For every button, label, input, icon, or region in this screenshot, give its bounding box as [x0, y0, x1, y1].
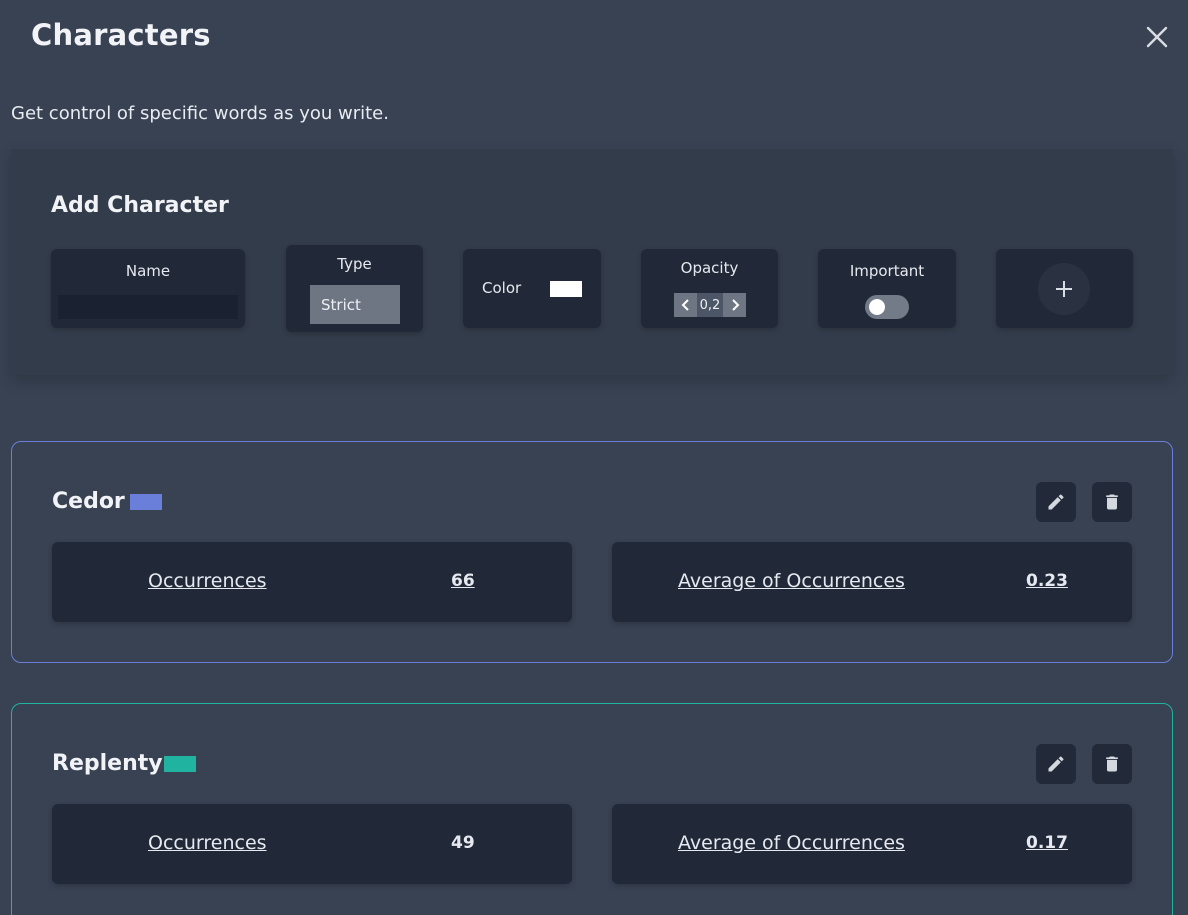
- occurrences-stat-card: Occurrences 49: [52, 804, 572, 884]
- opacity-field-card: Opacity 0,2: [641, 249, 778, 328]
- chevron-right-icon: [731, 299, 739, 311]
- delete-button[interactable]: [1092, 482, 1132, 522]
- character-color-swatch: [130, 494, 162, 510]
- opacity-value: 0,2: [699, 297, 721, 313]
- character-name: Replenty: [52, 751, 163, 776]
- add-button-card: [996, 249, 1133, 328]
- trash-icon: [1106, 756, 1118, 772]
- type-label: Type: [337, 255, 372, 273]
- pencil-icon: [1048, 494, 1064, 510]
- character-color-swatch: [164, 756, 196, 772]
- average-stat-card: Average of Occurrences 0.23: [612, 542, 1132, 622]
- type-field-card: Type Strict: [286, 245, 423, 332]
- color-field-card: Color: [463, 249, 601, 328]
- delete-button[interactable]: [1092, 744, 1132, 784]
- average-label[interactable]: Average of Occurrences: [678, 832, 905, 854]
- opacity-increase-button[interactable]: [723, 293, 746, 317]
- page-subtitle: Get control of specific words as you wri…: [11, 103, 389, 124]
- average-value: 0.23: [1026, 571, 1068, 591]
- average-label[interactable]: Average of Occurrences: [678, 570, 905, 592]
- opacity-stepper: 0,2: [674, 293, 746, 317]
- character-card: Cedor Occurrences 66 Average of Occurren…: [11, 441, 1173, 663]
- opacity-decrease-button[interactable]: [674, 293, 697, 317]
- edit-button[interactable]: [1036, 482, 1076, 522]
- important-field-card: Important: [818, 249, 956, 328]
- character-name: Cedor: [52, 489, 125, 514]
- plus-icon: [1056, 281, 1072, 297]
- occurrences-stat-card: Occurrences 66: [52, 542, 572, 622]
- page-title: Characters: [31, 18, 211, 52]
- type-select[interactable]: Strict: [310, 285, 400, 324]
- color-picker-swatch[interactable]: [550, 281, 582, 297]
- occurrences-label[interactable]: Occurrences: [148, 570, 267, 592]
- add-character-title: Add Character: [51, 193, 229, 218]
- characters-dialog: Characters Get control of specific words…: [0, 0, 1188, 915]
- occurrences-value: 49: [451, 833, 475, 853]
- occurrences-value: 66: [451, 571, 475, 591]
- average-value: 0.17: [1026, 833, 1068, 853]
- opacity-label: Opacity: [680, 259, 739, 277]
- edit-button[interactable]: [1036, 744, 1076, 784]
- important-label: Important: [849, 262, 925, 280]
- close-icon[interactable]: [1143, 23, 1171, 51]
- add-character-button[interactable]: [1038, 263, 1090, 315]
- name-field-card: Name: [51, 249, 245, 328]
- important-toggle[interactable]: [865, 295, 909, 319]
- toggle-knob: [869, 299, 885, 315]
- color-label: Color: [482, 279, 522, 297]
- name-input[interactable]: [58, 295, 238, 319]
- trash-icon: [1106, 494, 1118, 510]
- add-character-panel: Add Character Name Type Strict Color Opa…: [11, 149, 1173, 375]
- character-card: Replenty Occurrences 49 Average of Occur…: [11, 703, 1173, 915]
- name-label: Name: [125, 262, 171, 280]
- chevron-left-icon: [681, 299, 689, 311]
- occurrences-label[interactable]: Occurrences: [148, 832, 267, 854]
- pencil-icon: [1048, 756, 1064, 772]
- average-stat-card: Average of Occurrences 0.17: [612, 804, 1132, 884]
